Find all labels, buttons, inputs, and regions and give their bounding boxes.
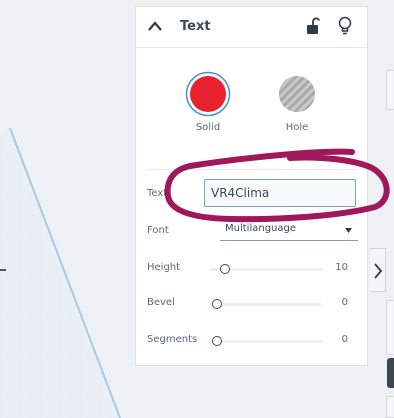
workplane-grid — [0, 127, 121, 418]
panel-title: Text — [180, 19, 211, 34]
segments-value: 0 — [341, 334, 348, 345]
height-value: 10 — [335, 262, 348, 273]
sidebar-edge-middle — [386, 300, 394, 355]
text-input[interactable] — [204, 179, 356, 207]
solid-color-fill — [190, 76, 226, 112]
text-field-label: Text — [147, 188, 168, 199]
panel-divider — [146, 169, 358, 170]
hole-swatch[interactable] — [274, 71, 320, 117]
solid-color-swatch[interactable] — [185, 71, 231, 117]
segments-field-label: Segments — [147, 334, 198, 345]
segments-slider-track[interactable] — [210, 340, 322, 343]
sidebar-edge-top — [386, 70, 394, 110]
unlock-icon[interactable] — [306, 17, 320, 35]
bevel-slider-knob[interactable] — [212, 299, 222, 309]
height-field-label: Height — [147, 262, 181, 273]
font-field-label: Font — [147, 225, 169, 236]
hole-label: Hole — [285, 122, 309, 133]
chevron-right-icon — [374, 263, 382, 279]
expand-panel-button[interactable] — [370, 248, 386, 292]
bevel-field-label: Bevel — [147, 297, 175, 308]
segments-slider-knob[interactable] — [212, 336, 222, 346]
solid-label: Solid — [195, 122, 221, 133]
chevron-up-icon[interactable] — [148, 21, 162, 31]
right-sidebar — [370, 0, 394, 418]
bevel-value: 0 — [341, 297, 348, 308]
lightbulb-icon[interactable] — [338, 16, 352, 36]
height-slider-knob[interactable] — [220, 264, 230, 274]
bevel-slider-track[interactable] — [210, 303, 322, 306]
workplane-canvas[interactable] — [0, 0, 140, 418]
caret-down-icon — [345, 228, 352, 233]
font-select-value: Multilanguage — [225, 223, 297, 234]
font-select[interactable]: Multilanguage — [220, 221, 358, 241]
sidebar-edge-bottom — [386, 396, 394, 418]
panel-header: Text — [136, 7, 367, 48]
shape-inspector-panel: Text Solid Hole Text Font — [135, 6, 368, 366]
sidebar-dark-button[interactable] — [387, 358, 394, 388]
